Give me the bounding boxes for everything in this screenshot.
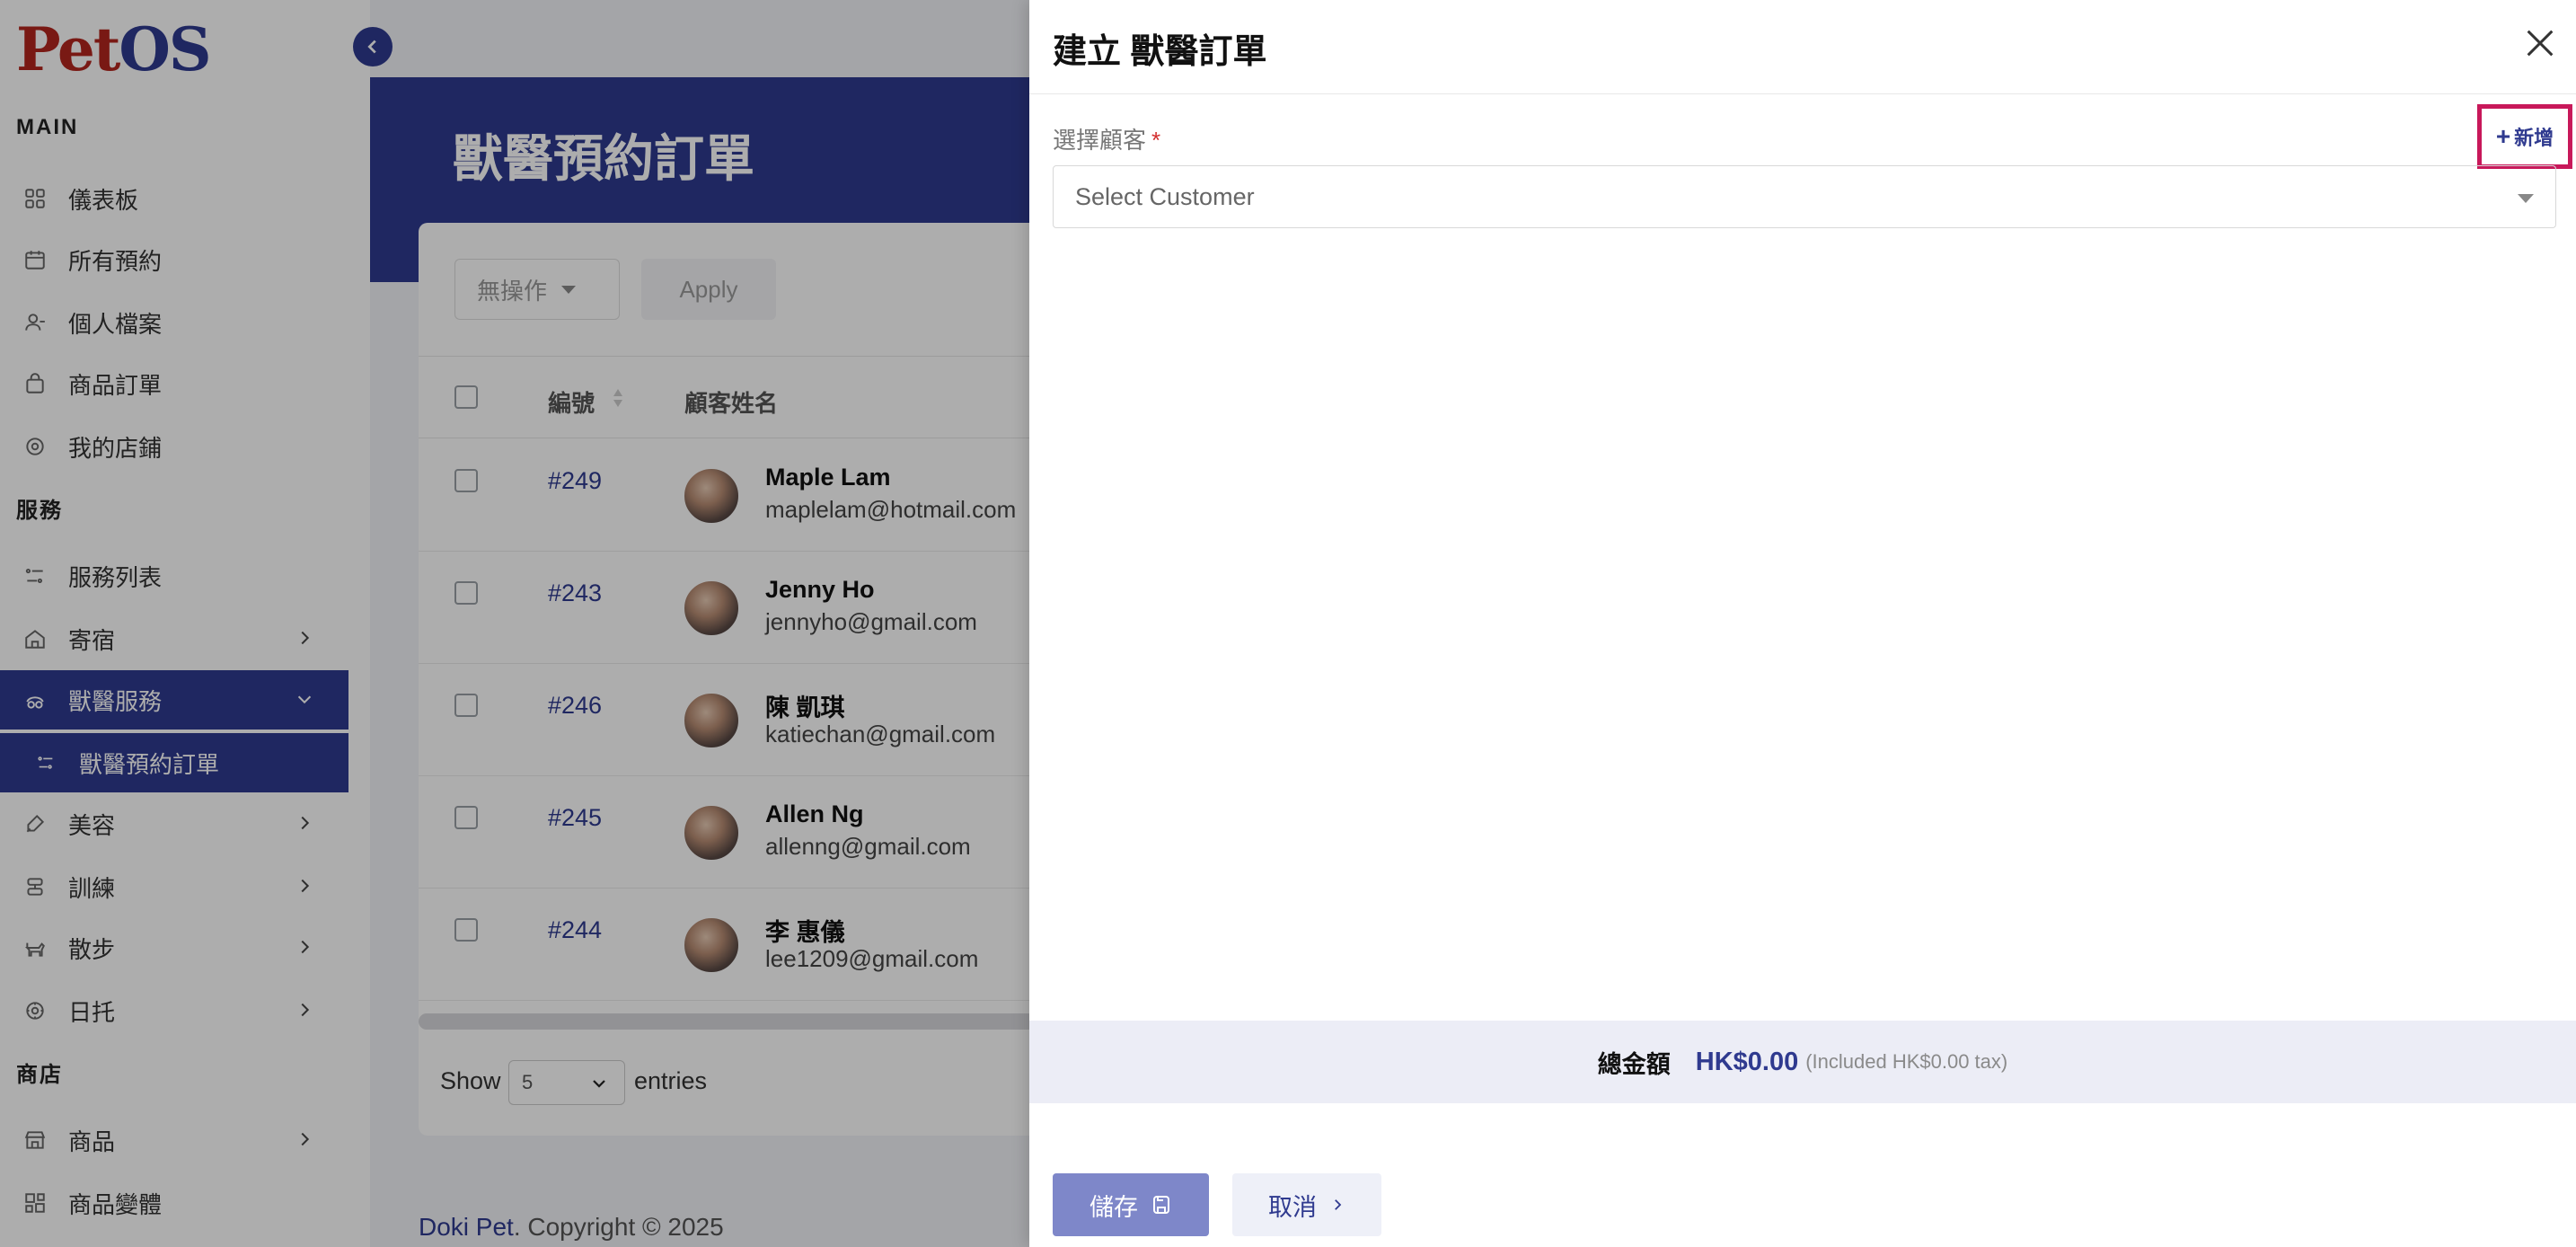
total-amount: HK$0.00 bbox=[1695, 1047, 1799, 1076]
drawer-title: 建立 獸醫訂單 bbox=[1053, 33, 1267, 71]
add-customer-button[interactable]: + 新增 bbox=[2477, 104, 2572, 169]
chevron-right-icon bbox=[1335, 1199, 1342, 1210]
save-button[interactable]: 儲存 bbox=[1053, 1173, 1209, 1236]
plus-icon: + bbox=[2495, 122, 2511, 150]
customer-field-label: 選擇顧客 * bbox=[1053, 127, 1161, 154]
caret-down-icon bbox=[2518, 194, 2534, 203]
required-mark: * bbox=[1151, 127, 1161, 154]
save-icon bbox=[1153, 1196, 1169, 1214]
total-tax: (Included HK$0.00 tax) bbox=[1805, 1050, 2008, 1073]
close-icon[interactable] bbox=[2522, 25, 2558, 61]
total-label: 總金額 bbox=[1597, 1050, 1671, 1078]
cancel-button[interactable]: 取消 bbox=[1232, 1173, 1381, 1236]
total-bar: 總金額 HK$0.00 (Included HK$0.00 tax) bbox=[1029, 1021, 2576, 1103]
create-vet-order-drawer: 建立 獸醫訂單 選擇顧客 * + 新增 Select Customer 總金額 HK… bbox=[1029, 0, 2576, 1247]
customer-select[interactable]: Select Customer bbox=[1053, 165, 2556, 228]
modal-backdrop[interactable] bbox=[0, 0, 1029, 1247]
divider bbox=[1029, 93, 2576, 94]
